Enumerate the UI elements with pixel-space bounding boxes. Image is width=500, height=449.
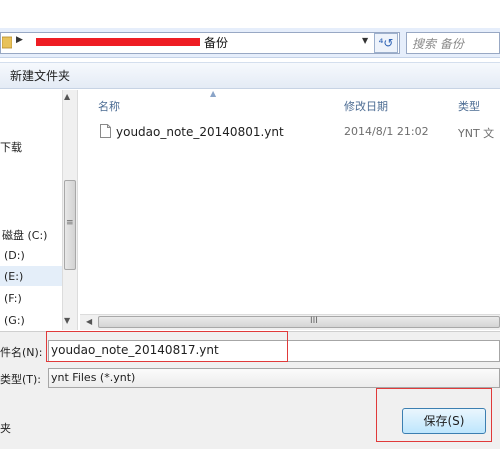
file-row-name[interactable]: youdao_note_20140801.ynt [116, 125, 284, 139]
filetype-value[interactable]: ynt Files (*.ynt) [51, 371, 135, 384]
nav-item-downloads[interactable]: 下载 [0, 139, 22, 155]
nav-item-drive-g[interactable]: (G:) [4, 314, 25, 327]
file-row-date: 2014/8/1 21:02 [344, 125, 429, 138]
chevron-down-icon[interactable]: ▼ [362, 36, 368, 45]
breadcrumb-arrow-icon[interactable]: ▶ [16, 35, 23, 45]
grip-icon: ≡ [66, 218, 74, 228]
nav-item-drive-d[interactable]: (D:) [4, 249, 25, 262]
refresh-icon[interactable]: ⁴↺ [374, 33, 398, 53]
scroll-down-icon[interactable]: ▼ [64, 316, 70, 325]
column-header-type[interactable]: 类型 [458, 98, 480, 114]
file-icon [100, 124, 111, 138]
grip-icon: III [310, 316, 318, 326]
column-header-name[interactable]: 名称 [98, 98, 120, 114]
file-list [80, 90, 500, 314]
redacted-path [36, 38, 200, 46]
save-button[interactable]: 保存(S) [402, 408, 486, 434]
horizontal-scroll-thumb[interactable] [98, 316, 500, 328]
filename-label: 件名(N): [0, 346, 43, 359]
hide-folders-label[interactable]: 夹 [0, 420, 11, 436]
scroll-up-icon[interactable]: ▲ [64, 92, 70, 101]
nav-item-drive-c[interactable]: 磁盘 (C:) [2, 227, 47, 243]
scroll-left-icon[interactable]: ◀ [86, 317, 92, 326]
folder-icon [2, 36, 12, 49]
filetype-label: 类型(T): [0, 373, 42, 386]
sort-ascending-icon: ▲ [210, 89, 217, 98]
new-folder-button[interactable]: 新建文件夹 [10, 67, 70, 84]
nav-item-drive-e[interactable]: (E:) [4, 270, 23, 283]
filename-highlight-box [46, 331, 288, 362]
breadcrumb-current-folder[interactable]: 备份 [204, 34, 228, 51]
file-row-type: YNT 文 [458, 127, 495, 140]
column-header-date[interactable]: 修改日期 [344, 98, 388, 114]
toolbar [0, 62, 500, 89]
nav-item-drive-f[interactable]: (F:) [4, 292, 22, 305]
search-placeholder: 搜索 备份 [412, 37, 464, 51]
